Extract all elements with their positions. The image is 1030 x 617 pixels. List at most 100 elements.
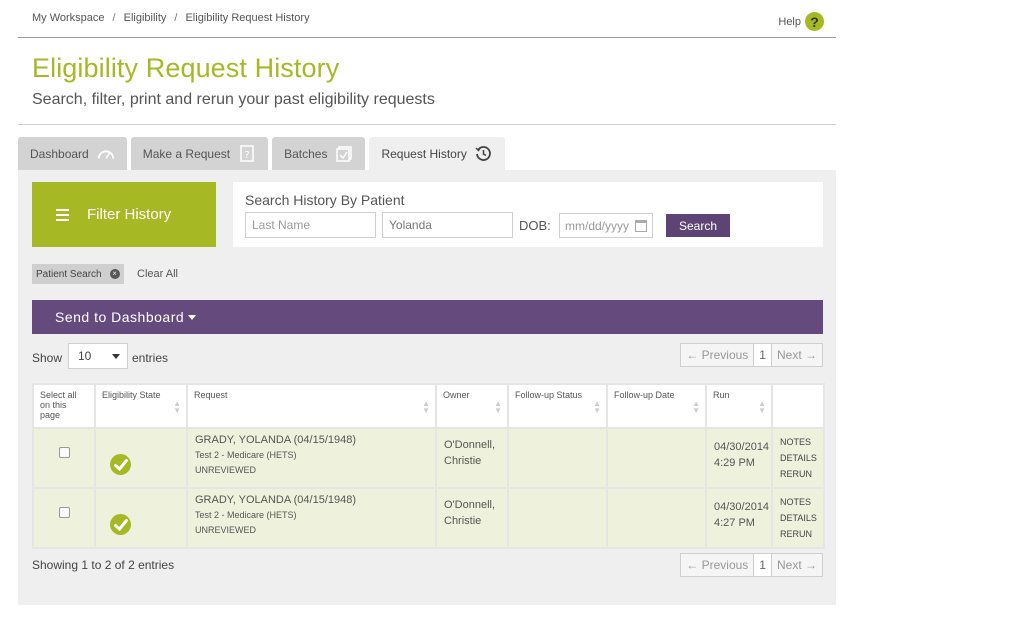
notes-link[interactable]: NOTES: [780, 494, 816, 510]
followup-date-cell: [606, 427, 707, 489]
clear-all-link[interactable]: Clear All: [137, 268, 178, 280]
entries-label: entries: [132, 351, 169, 365]
header-label: Run: [713, 390, 730, 400]
run-header[interactable]: Run ▲ ▼: [705, 383, 773, 429]
header-label: Eligibility State: [102, 390, 161, 400]
rerun-link[interactable]: RERUN: [780, 466, 816, 482]
payer-plan: Test 2 - Medicare (HETS): [195, 450, 297, 460]
run-date: 04/30/2014: [714, 501, 770, 513]
filter-history-button[interactable]: Filter History: [32, 182, 216, 247]
dob-input[interactable]: mm/dd/yyyy: [559, 213, 653, 238]
request-history-panel: Filter History Search History By Patient…: [18, 170, 836, 605]
gauge-icon: [97, 146, 115, 162]
followup-date-cell: [606, 487, 707, 549]
dob-placeholder: mm/dd/yyyy: [565, 218, 630, 233]
chevron-down-icon: [112, 353, 120, 359]
next-page-button[interactable]: Next →: [772, 554, 822, 576]
eligible-check-icon: [110, 514, 131, 535]
request-history-table: Select all on this page Eligibility Stat…: [32, 383, 825, 549]
review-status: UNREVIEWED: [195, 525, 257, 535]
tab-dashboard[interactable]: Dashboard: [18, 137, 127, 170]
send-to-dashboard-button[interactable]: Send to Dashboard: [32, 300, 823, 334]
patient-name: GRADY, YOLANDA (04/15/1948): [195, 494, 357, 506]
history-clock-icon: [475, 146, 493, 162]
select-all-header[interactable]: Select all on this page: [32, 383, 96, 429]
breadcrumb-eligibility[interactable]: Eligibility: [124, 12, 167, 24]
row-checkbox[interactable]: [58, 447, 70, 458]
search-button[interactable]: Search: [666, 214, 730, 237]
tab-make-request[interactable]: Make a Request ?: [130, 137, 269, 170]
filter-history-label: Filter History: [87, 206, 172, 223]
tab-bar: Dashboard Make a Request ? Batches Reque…: [18, 137, 509, 170]
calendar-icon[interactable]: [635, 219, 647, 232]
owner-last-name: O'Donnell,: [444, 499, 496, 511]
help-label: Help: [778, 15, 801, 28]
breadcrumb-my-workspace[interactable]: My Workspace: [32, 12, 105, 24]
followup-status-header[interactable]: Follow-up Status ▲ ▼: [507, 383, 608, 429]
eligibility-state-cell: [94, 487, 188, 549]
breadcrumb-separator: /: [112, 12, 116, 24]
svg-text:?: ?: [244, 150, 249, 161]
owner-cell: O'Donnell, Christie: [435, 427, 509, 489]
previous-page-button[interactable]: ← Previous: [681, 344, 753, 366]
owner-last-name: O'Donnell,: [444, 439, 496, 451]
dob-label: DOB:: [519, 218, 551, 233]
tab-label: Batches: [284, 146, 328, 161]
help-icon[interactable]: ?: [805, 12, 824, 31]
sort-icon: ▲ ▼: [422, 399, 430, 415]
tab-batches[interactable]: Batches: [272, 137, 366, 170]
page-title: Eligibility Request History: [32, 53, 340, 83]
remove-filter-icon[interactable]: ×: [109, 269, 120, 279]
select-cell: [32, 487, 96, 549]
details-link[interactable]: DETAILS: [780, 450, 817, 466]
sort-icon: ▲ ▼: [692, 399, 700, 415]
tab-request-history[interactable]: Request History: [369, 137, 505, 170]
review-status: UNREVIEWED: [195, 465, 257, 475]
tab-label: Request History: [381, 146, 467, 161]
notes-link[interactable]: NOTES: [780, 434, 816, 450]
row-checkbox[interactable]: [58, 507, 70, 518]
batches-icon: [335, 145, 353, 162]
followup-status-cell: [507, 487, 608, 549]
page-number-button[interactable]: 1: [753, 344, 772, 366]
details-link[interactable]: DETAILS: [780, 510, 817, 526]
payer-plan: Test 2 - Medicare (HETS): [195, 510, 297, 520]
header-label: Select all on this page: [40, 390, 77, 420]
entries-per-page-select[interactable]: 10: [68, 343, 128, 369]
patient-name: GRADY, YOLANDA (04/15/1948): [195, 434, 357, 446]
last-name-input[interactable]: [245, 212, 376, 238]
menu-icon: [56, 208, 69, 221]
table-row: GRADY, YOLANDA (04/15/1948) Test 2 - Med…: [32, 487, 825, 549]
eligible-check-icon: [110, 454, 131, 475]
rerun-link[interactable]: RERUN: [780, 526, 816, 542]
tab-label: Dashboard: [30, 146, 89, 161]
table-row: GRADY, YOLANDA (04/15/1948) Test 2 - Med…: [32, 427, 825, 489]
followup-date-header[interactable]: Follow-up Date ▲ ▼: [606, 383, 707, 429]
first-name-input[interactable]: [382, 212, 513, 238]
run-cell: 04/30/2014 4:27 PM: [705, 487, 773, 549]
previous-page-button[interactable]: ← Previous: [681, 554, 753, 576]
active-filter-chip: Patient Search ×: [32, 264, 124, 284]
run-cell: 04/30/2014 4:29 PM: [705, 427, 773, 489]
next-page-button[interactable]: Next →: [772, 344, 822, 366]
request-header[interactable]: Request ▲ ▼: [186, 383, 437, 429]
run-time: 4:27 PM: [714, 517, 755, 529]
breadcrumb-separator: /: [174, 12, 178, 24]
eligibility-state-header[interactable]: Eligibility State ▲ ▼: [94, 383, 188, 429]
actions-cell: NOTES DETAILS RERUN: [771, 487, 825, 549]
header-label: Follow-up Date: [614, 390, 675, 400]
breadcrumb-current: Eligibility Request History: [185, 12, 310, 24]
title-divider: [18, 124, 836, 125]
owner-header[interactable]: Owner ▲ ▼: [435, 383, 509, 429]
run-date: 04/30/2014: [714, 441, 770, 453]
request-cell: GRADY, YOLANDA (04/15/1948) Test 2 - Med…: [186, 487, 437, 549]
pagination-bottom: ← Previous 1 Next →: [680, 553, 823, 577]
top-bar: My Workspace / Eligibility / Eligibility Req…: [18, 0, 836, 38]
question-doc-icon: ?: [238, 145, 256, 162]
help-link[interactable]: Help ?: [778, 12, 824, 31]
table-header-row: Select all on this page Eligibility Stat…: [32, 383, 825, 429]
owner-first-name: Christie: [444, 515, 482, 527]
page-number-button[interactable]: 1: [753, 554, 772, 576]
actions-cell: NOTES DETAILS RERUN: [771, 427, 825, 489]
request-cell: GRADY, YOLANDA (04/15/1948) Test 2 - Med…: [186, 427, 437, 489]
